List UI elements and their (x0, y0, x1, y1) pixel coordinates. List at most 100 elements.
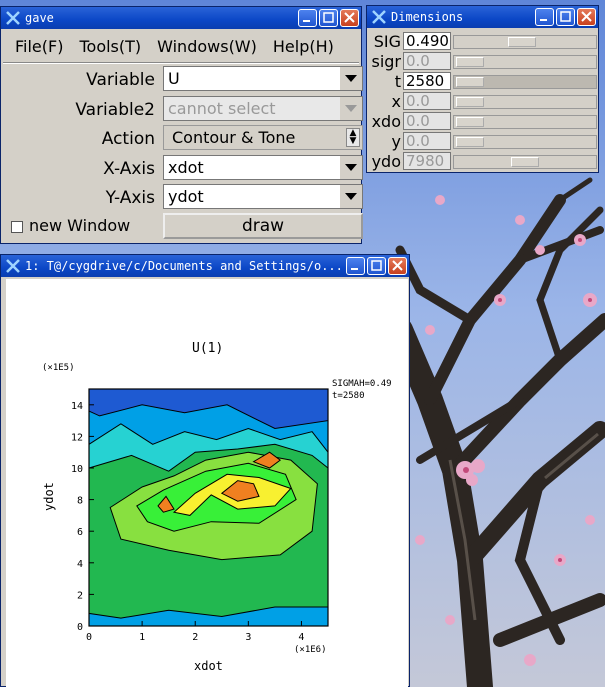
y-tick-label: 2 (77, 590, 83, 601)
action-select[interactable]: Contour & Tone ▲ ▼ (163, 125, 363, 150)
minimize-button[interactable] (346, 257, 365, 275)
slider-thumb (456, 117, 484, 127)
variable2-row: Variable2 cannot select (5, 96, 363, 124)
dimension-label: xdo (371, 112, 401, 131)
yaxis-label: Y-Axis (105, 188, 155, 208)
maximize-icon (323, 12, 334, 23)
maximize-button[interactable] (367, 257, 386, 275)
xaxis-select[interactable]: xdot (163, 155, 363, 180)
close-icon (344, 12, 355, 23)
dimension-label: sigr (371, 52, 401, 71)
minimize-icon (540, 19, 547, 21)
dimension-label: y (391, 132, 401, 151)
slider-thumb (456, 137, 484, 147)
variable-label: Variable (86, 70, 155, 90)
y-tick-label: 14 (71, 401, 83, 412)
dimension-slider (453, 115, 597, 129)
variable-row: Variable U (5, 66, 363, 94)
xaxis-value: xdot (168, 158, 204, 177)
maximize-icon (371, 260, 382, 271)
dimension-value-field: 7980 (403, 152, 451, 170)
new-window-label: new Window (29, 216, 131, 235)
maximize-button[interactable] (319, 9, 338, 27)
gave-titlebar[interactable]: gave (1, 7, 361, 29)
dimension-value-field[interactable]: 2580 (403, 72, 451, 90)
gave-title: gave (25, 11, 54, 25)
y-tick-label: 12 (71, 432, 83, 443)
variable2-select: cannot select (163, 96, 363, 121)
chevron-down-icon[interactable] (340, 185, 362, 208)
close-button[interactable] (388, 257, 407, 275)
x-logo-icon (372, 10, 386, 24)
y-tick-label: 0 (77, 622, 83, 633)
close-button[interactable] (340, 9, 359, 27)
minimize-icon (351, 268, 358, 270)
dimension-row-6: ydo 7980 (369, 152, 597, 172)
plot-window: 1: T@/cygdrive/c/Documents and Settings/… (0, 254, 410, 687)
dimension-label: SIG (373, 32, 401, 51)
gave-window: gave File(F) Tools(T) Windows(W) Help(H)… (0, 6, 363, 244)
dimension-slider (453, 155, 597, 169)
minimize-button[interactable] (298, 9, 317, 27)
y-tick-label: 4 (77, 559, 83, 570)
x-logo-icon (6, 259, 20, 273)
dimension-row-5: y 0.0 (369, 132, 597, 152)
close-icon (392, 260, 403, 271)
dimension-row-0: SIG 0.490 (369, 32, 597, 52)
dimension-slider (453, 135, 597, 149)
dimension-value-field: 0.0 (403, 92, 451, 110)
dimension-row-1: sigr 0.0 (369, 52, 597, 72)
dimension-row-3: x 0.0 (369, 92, 597, 112)
plot-titlebar[interactable]: 1: T@/cygdrive/c/Documents and Settings/… (1, 255, 409, 277)
dimension-label: ydo (371, 152, 401, 171)
x-tick-label: 2 (192, 632, 198, 643)
close-button[interactable] (577, 8, 596, 26)
dimension-slider[interactable] (453, 75, 597, 89)
menu-windows[interactable]: Windows(W) (149, 35, 265, 59)
dimension-value-field: 0.0 (403, 52, 451, 70)
slider-thumb[interactable] (456, 77, 484, 87)
dimensions-titlebar[interactable]: Dimensions (367, 6, 598, 28)
minimize-button[interactable] (535, 8, 554, 26)
menu-separator (3, 62, 359, 64)
menu-help[interactable]: Help(H) (265, 35, 342, 59)
chevron-down-icon[interactable] (340, 156, 362, 179)
y-tick-label: 8 (77, 496, 83, 507)
action-label: Action (101, 129, 155, 149)
maximize-button[interactable] (556, 8, 575, 26)
minimize-icon (303, 20, 310, 22)
dimension-value-field[interactable]: 0.490 (403, 32, 451, 50)
x-tick-label: 3 (245, 632, 251, 643)
yaxis-select[interactable]: ydot (163, 184, 363, 209)
dimension-value-field: 0.0 (403, 132, 451, 150)
variable-select[interactable]: U (163, 66, 363, 91)
x-tick-label: 1 (139, 632, 145, 643)
slider-thumb (456, 57, 484, 67)
spin-arrows-icon[interactable]: ▲ ▼ (346, 128, 360, 147)
y-tick-label: 6 (77, 527, 83, 538)
dimensions-window: Dimensions SIG 0.490 sigr 0.0 t 2580 x 0.0 xdo 0.… (366, 5, 599, 173)
menu-file[interactable]: File(F) (7, 35, 71, 59)
maximize-icon (560, 11, 571, 22)
action-value: Contour & Tone (172, 128, 296, 147)
contour-plot: 0 1 2 3 402468101214 (71, 388, 329, 643)
dimensions-title: Dimensions (391, 10, 464, 24)
variable2-value: cannot select (168, 99, 276, 118)
slider-thumb[interactable] (508, 37, 536, 47)
new-window-checkbox[interactable] (11, 221, 23, 233)
yaxis-row: Y-Axis ydot (5, 184, 363, 212)
desktop: gave File(F) Tools(T) Windows(W) Help(H)… (0, 0, 605, 687)
dimension-row-2: t 2580 (369, 72, 597, 92)
dimension-slider[interactable] (453, 35, 597, 49)
dimension-label: x (391, 92, 401, 111)
slider-thumb (456, 97, 484, 107)
slider-thumb (511, 157, 539, 167)
draw-button[interactable]: draw (163, 213, 363, 239)
dimension-slider (453, 95, 597, 109)
plot-canvas: U(1) (×1E5) SIGMAH=0.49 t=2580 (×1E6) xd… (6, 279, 408, 687)
chevron-down-icon (340, 97, 362, 120)
dimension-row-4: xdo 0.0 (369, 112, 597, 132)
yaxis-value: ydot (168, 187, 204, 206)
menu-tools[interactable]: Tools(T) (71, 35, 149, 59)
chevron-down-icon[interactable] (340, 67, 362, 90)
